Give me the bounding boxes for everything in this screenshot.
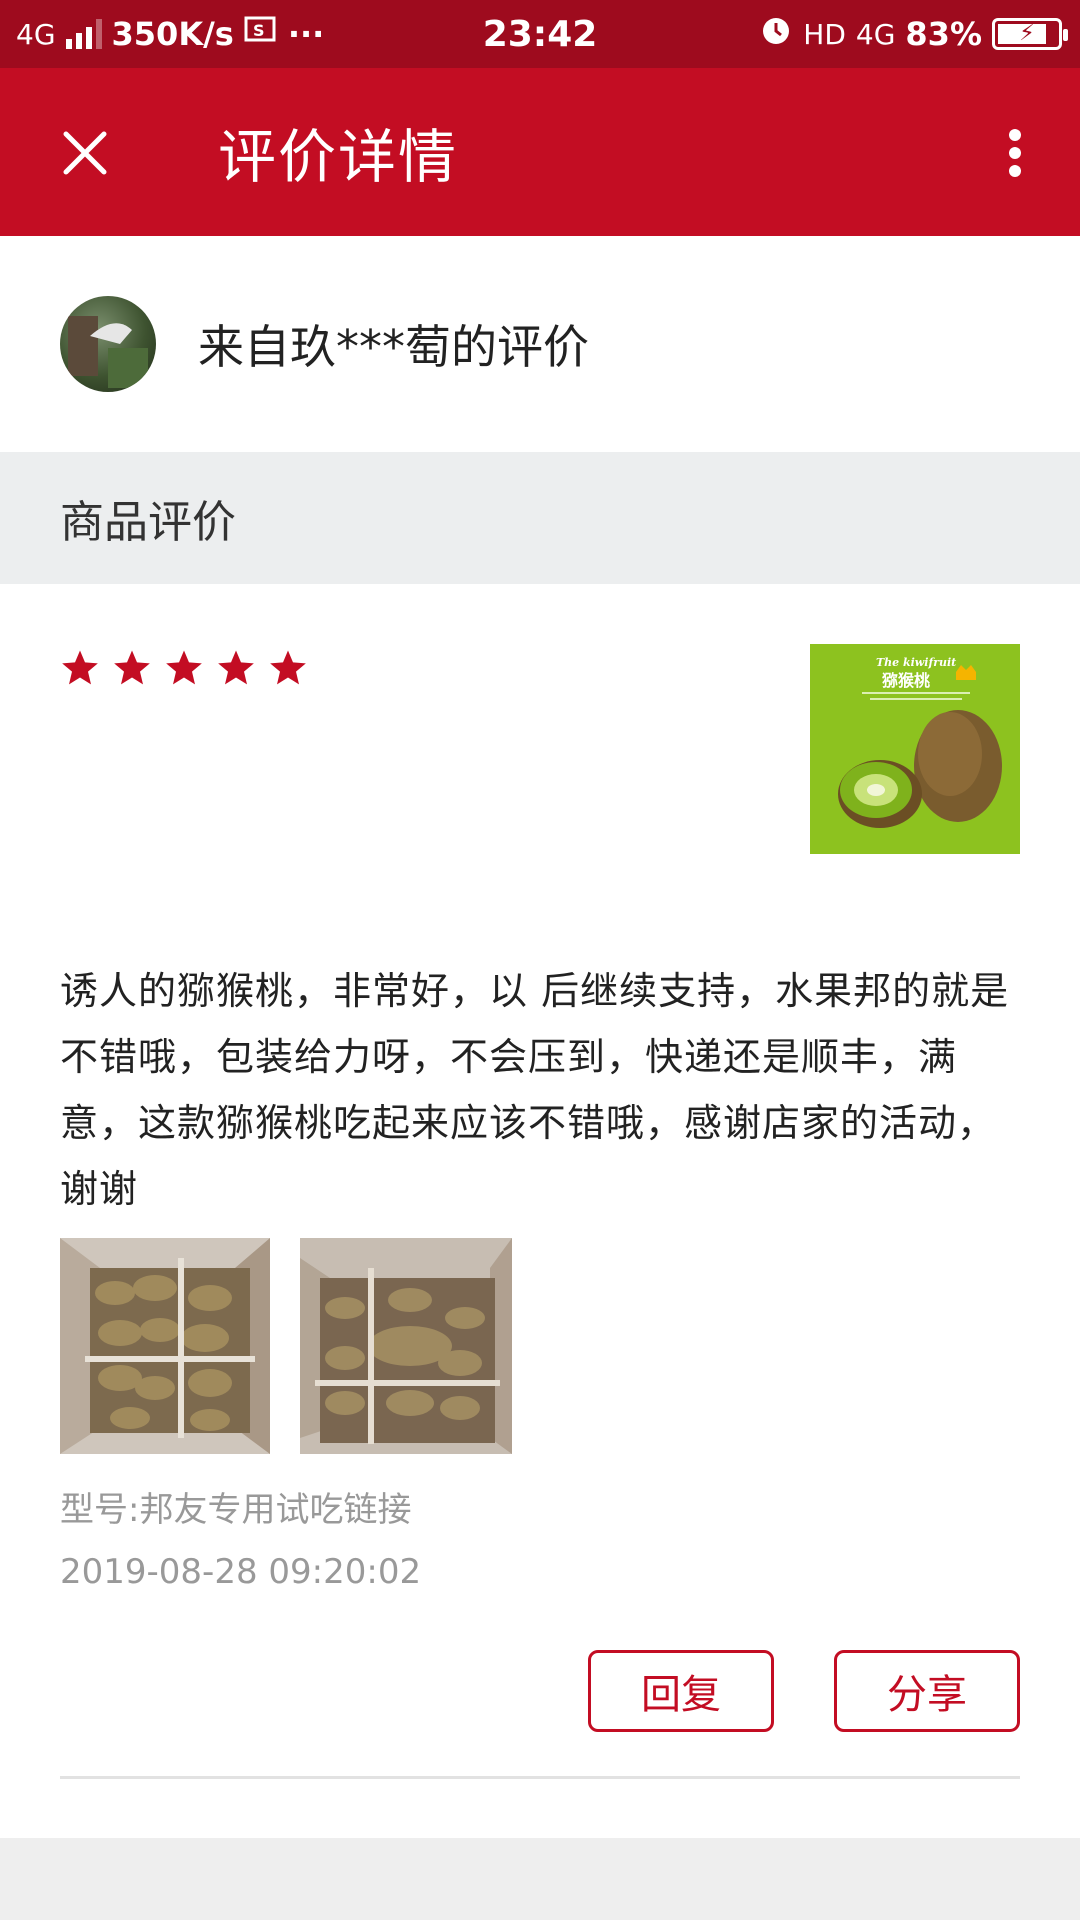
star-icon <box>114 650 150 685</box>
review-photo-2[interactable] <box>300 1238 512 1454</box>
rating-stars <box>60 648 308 688</box>
hd-indicator: HD <box>803 17 846 51</box>
section-header: 商品评价 <box>0 452 1080 584</box>
star-icon <box>270 650 306 685</box>
battery-percent: 83% <box>905 15 982 53</box>
review-time: 2019-08-28 09:20:02 <box>60 1552 422 1592</box>
page-title: 评价详情 <box>218 123 459 191</box>
close-icon <box>63 131 107 175</box>
divider <box>60 1776 1020 1779</box>
bottom-area <box>0 1838 1080 1920</box>
product-caption-cn: 猕猴桃 <box>882 671 930 690</box>
reviewer-row: 来自玖***萄的评价 <box>0 236 1080 452</box>
product-model: 型号:邦友专用试吃链接 <box>60 1489 412 1530</box>
more-vert-icon <box>1009 129 1021 177</box>
reply-button[interactable]: 回复 <box>588 1650 774 1732</box>
reviewer-name: 来自玖***萄的评价 <box>198 320 589 374</box>
product-image[interactable]: The kiwifruit 猕猴桃 <box>810 644 1020 854</box>
network-type-right: 4G <box>855 17 896 51</box>
section-title: 商品评价 <box>60 497 236 548</box>
status-bar: 4G 350K/s S ··· 23:42 HD 4G 83% ⚡ <box>0 0 1080 68</box>
share-button[interactable]: 分享 <box>834 1650 1020 1732</box>
review-text: 诱人的猕猴桃，非常好，以 后继续支持，水果邦的就是不错哦，包装给力呀，不会压到，… <box>60 969 1010 1211</box>
more-button[interactable] <box>980 118 1050 188</box>
status-right: HD 4G 83% ⚡ <box>759 0 1068 68</box>
star-icon <box>166 650 202 685</box>
avatar[interactable] <box>60 296 156 392</box>
review-photo-1[interactable] <box>60 1238 270 1454</box>
battery-icon: ⚡ <box>992 18 1068 50</box>
star-icon <box>218 650 254 685</box>
close-button[interactable] <box>50 118 120 188</box>
product-caption-en: The kiwifruit <box>876 656 956 669</box>
alarm-icon <box>759 13 793 55</box>
app-bar: 评价详情 <box>0 68 1080 236</box>
star-icon <box>62 650 98 685</box>
